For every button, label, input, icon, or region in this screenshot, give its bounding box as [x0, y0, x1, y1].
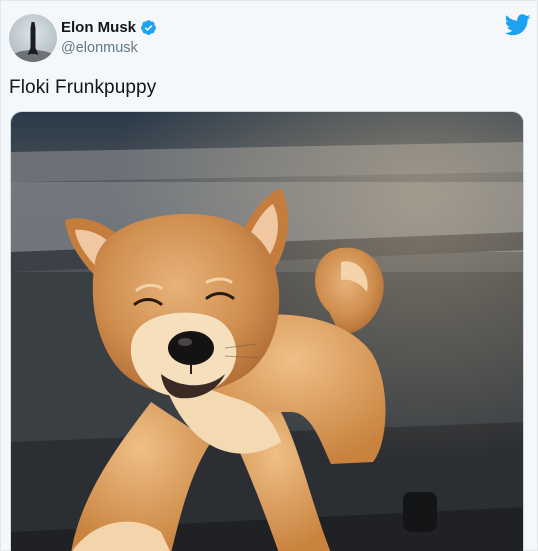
verified-badge-icon	[140, 19, 157, 36]
shiba-puppy-photo	[11, 112, 523, 551]
tweet-header: Elon Musk @elonmusk	[9, 14, 531, 64]
twitter-bird-icon[interactable]	[504, 14, 531, 36]
tweet-card: Elon Musk @elonmusk Floki Frunkpuppy	[0, 0, 538, 551]
avatar[interactable]	[9, 14, 57, 62]
author-handle[interactable]: @elonmusk	[61, 40, 157, 56]
author-display-name[interactable]: Elon Musk	[61, 19, 136, 36]
tweet-text: Floki Frunkpuppy	[9, 77, 157, 98]
display-name-row: Elon Musk	[61, 19, 157, 36]
avatar-rocket-icon	[9, 14, 57, 62]
tweet-media-photo[interactable]	[10, 111, 524, 551]
author-names: Elon Musk @elonmusk	[61, 19, 157, 56]
